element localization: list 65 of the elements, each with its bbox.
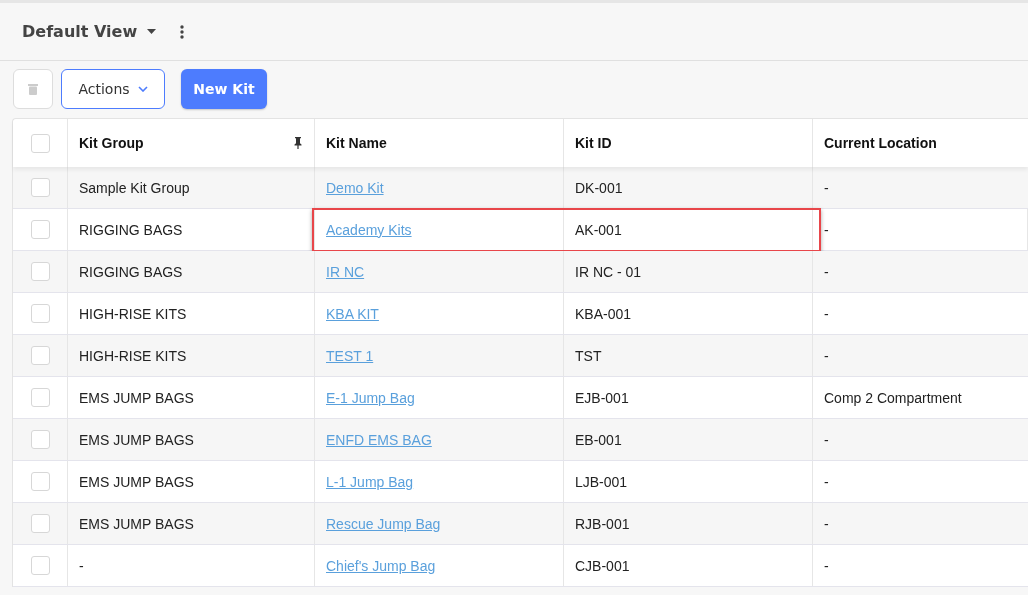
table-cell-text: - [823, 262, 830, 282]
table-cell: RJB-001 [564, 503, 813, 544]
table-cell: EMS JUMP BAGS [68, 503, 315, 544]
column-title: Kit ID [575, 135, 612, 151]
table-cell: - [813, 209, 1028, 250]
delete-button[interactable] [13, 69, 53, 109]
table-cell-text: - [823, 430, 830, 450]
table-cell: AK-001 [564, 209, 813, 250]
kit-name-link[interactable]: L-1 Jump Bag [326, 473, 414, 490]
row-checkbox[interactable] [30, 556, 50, 575]
table-cell-text: - [823, 304, 830, 324]
table-cell: CJB-001 [564, 545, 813, 586]
table-cell: HIGH-RISE KITS [68, 293, 315, 334]
column-title: Kit Name [326, 135, 387, 151]
more-icon[interactable] [180, 24, 185, 39]
actions-button[interactable]: Actions [61, 69, 165, 109]
table-cell-text: Comp 2 Compartment [823, 388, 963, 408]
row-checkbox[interactable] [30, 514, 50, 533]
view-title[interactable]: Default View [22, 22, 138, 41]
pin-icon[interactable] [294, 137, 302, 149]
kit-name-link[interactable]: IR NC [326, 263, 365, 280]
row-checkbox[interactable] [30, 220, 50, 239]
kit-name-link[interactable]: KBA KIT [326, 305, 379, 322]
caret-icon[interactable] [147, 29, 157, 34]
new-kit-button[interactable]: New Kit [181, 69, 267, 109]
table-cell: EMS JUMP BAGS [68, 377, 315, 418]
column-title: Kit Group [79, 135, 144, 151]
row-checkbox[interactable] [30, 346, 50, 365]
select-all-checkbox[interactable] [30, 133, 50, 153]
table-cell-text: - [823, 346, 830, 366]
table-cell: KBA-001 [564, 293, 813, 334]
row-checkbox[interactable] [30, 472, 50, 491]
kit-name-link[interactable]: Demo Kit [326, 179, 384, 196]
kit-name-link[interactable]: Chief's Jump Bag [326, 557, 436, 574]
row-checkbox[interactable] [30, 178, 50, 197]
table-cell: DK-001 [564, 167, 813, 208]
table-cell-text: - [823, 178, 830, 198]
column-header[interactable]: Current Location [813, 119, 1028, 167]
chevron-icon [137, 86, 148, 92]
table-cell: RIGGING BAGS [68, 251, 315, 292]
kit-name-link[interactable]: E-1 Jump Bag [326, 389, 415, 406]
kit-name-link[interactable]: Rescue Jump Bag [326, 515, 441, 532]
table-cell: EMS JUMP BAGS [68, 419, 315, 460]
table-cell: LJB-001 [564, 461, 813, 502]
kit-name-link[interactable]: ENFD EMS BAG [326, 431, 432, 448]
table-cell-text: - [823, 514, 830, 534]
table-cell: IR NC - 01 [564, 251, 813, 292]
trash-icon [28, 83, 38, 95]
table-cell: Sample Kit Group [68, 167, 315, 208]
table-cell: EMS JUMP BAGS [68, 461, 315, 502]
row-checkbox[interactable] [30, 388, 50, 407]
row-checkbox[interactable] [30, 430, 50, 449]
kit-name-link[interactable]: TEST 1 [326, 347, 374, 364]
row-checkbox[interactable] [30, 304, 50, 323]
row-checkbox[interactable] [30, 262, 50, 281]
kit-name-link[interactable]: Academy Kits [326, 221, 412, 238]
table-cell-text: - [823, 472, 830, 492]
table-cell: HIGH-RISE KITS [68, 335, 315, 376]
table-cell: - [68, 545, 315, 586]
table-cell: EB-001 [564, 419, 813, 460]
table-cell: TST [564, 335, 813, 376]
table-cell: EJB-001 [564, 377, 813, 418]
table-cell: RIGGING BAGS [68, 209, 315, 250]
table-cell-text: - [823, 556, 830, 576]
column-title: Current Location [824, 135, 937, 151]
